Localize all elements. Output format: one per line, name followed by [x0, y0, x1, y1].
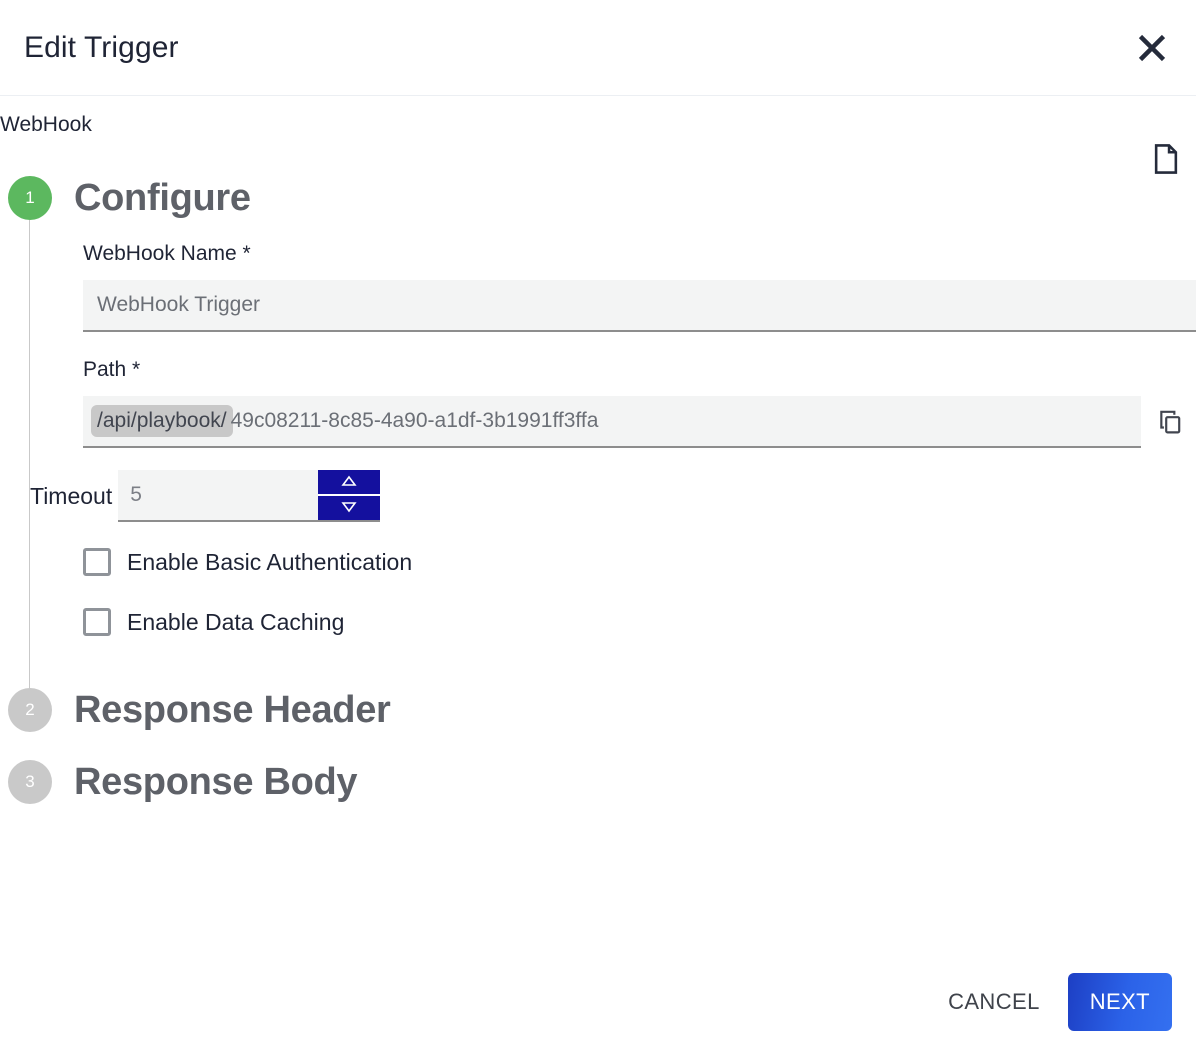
page-title: Edit Trigger — [24, 30, 179, 64]
next-button[interactable]: NEXT — [1067, 973, 1172, 1031]
step-label: Response Body — [74, 760, 358, 803]
timeout-spinner-buttons — [318, 470, 381, 520]
webhook-name-label: WebHook Name * — [83, 242, 251, 265]
documentation-button[interactable] — [1146, 140, 1186, 180]
step-number-badge: 1 — [8, 176, 52, 220]
triangle-up-icon — [339, 474, 359, 491]
webhook-name-input[interactable]: WebHook Trigger — [83, 280, 1196, 332]
wizard-stepper: 1 Configure WebHook Name * WebHook Trigg… — [0, 176, 1196, 804]
step-configure: 1 Configure WebHook Name * WebHook Trigg… — [0, 176, 1196, 694]
step-response-body-header[interactable]: 3 Response Body — [0, 760, 1196, 804]
path-input[interactable]: /api/playbook/ 49c08211-8c85-4a90-a1df-3… — [83, 396, 1141, 448]
timeout-field-block: Timeout 5 — [30, 470, 1196, 522]
step-label: Response Header — [74, 688, 391, 731]
dialog-footer: CANCEL NEXT — [0, 956, 1196, 1048]
triangle-down-icon — [339, 500, 359, 517]
enable-data-caching-checkbox[interactable] — [83, 608, 111, 636]
trigger-type-row: WebHook — [0, 96, 1196, 176]
step-response-body: 3 Response Body — [0, 760, 1196, 804]
timeout-label: Timeout — [30, 482, 113, 509]
enable-data-caching-label: Enable Data Caching — [127, 608, 345, 635]
step-configure-body: WebHook Name * WebHook Trigger Path * /a… — [29, 220, 1196, 694]
enable-basic-auth-checkbox-row[interactable]: Enable Basic Authentication — [83, 548, 1196, 576]
path-field-block: Path * /api/playbook/ 49c08211-8c85-4a90… — [83, 358, 1196, 448]
timeout-value: 5 — [130, 483, 142, 506]
path-value: 49c08211-8c85-4a90-a1df-3b1991ff3ffa — [230, 409, 599, 432]
timeout-increment-button[interactable] — [318, 470, 381, 496]
timeout-stepper: 5 — [118, 470, 381, 522]
enable-data-caching-checkbox-row[interactable]: Enable Data Caching — [83, 608, 1196, 636]
enable-basic-auth-label: Enable Basic Authentication — [127, 548, 413, 575]
cancel-button[interactable]: CANCEL — [942, 979, 1046, 1025]
step-configure-header[interactable]: 1 Configure — [0, 176, 1196, 220]
step-response-header: 2 Response Header — [0, 688, 1196, 732]
webhook-name-value: WebHook Trigger — [97, 293, 261, 316]
timeout-input[interactable]: 5 — [118, 470, 318, 520]
step-number-badge: 2 — [8, 688, 52, 732]
enable-basic-auth-checkbox[interactable] — [83, 548, 111, 576]
webhook-name-input-wrap: WebHook Trigger — [83, 280, 1196, 332]
step-label: Configure — [74, 176, 251, 219]
webhook-name-field-block: WebHook Name * WebHook Trigger — [83, 242, 1196, 332]
step-number-badge: 3 — [8, 760, 52, 804]
copy-icon — [1157, 408, 1183, 437]
dialog-header: Edit Trigger — [0, 0, 1196, 96]
close-button[interactable] — [1130, 26, 1174, 70]
close-icon — [1135, 31, 1169, 65]
path-prefix-chip: /api/playbook/ — [91, 404, 233, 438]
path-label: Path * — [83, 358, 141, 381]
trigger-type-label: WebHook — [0, 113, 92, 136]
timeout-decrement-button[interactable] — [318, 496, 381, 520]
step-response-header-header[interactable]: 2 Response Header — [0, 688, 1196, 732]
copy-path-button[interactable] — [1151, 403, 1189, 441]
document-icon — [1151, 143, 1181, 178]
path-row: /api/playbook/ 49c08211-8c85-4a90-a1df-3… — [83, 396, 1196, 448]
